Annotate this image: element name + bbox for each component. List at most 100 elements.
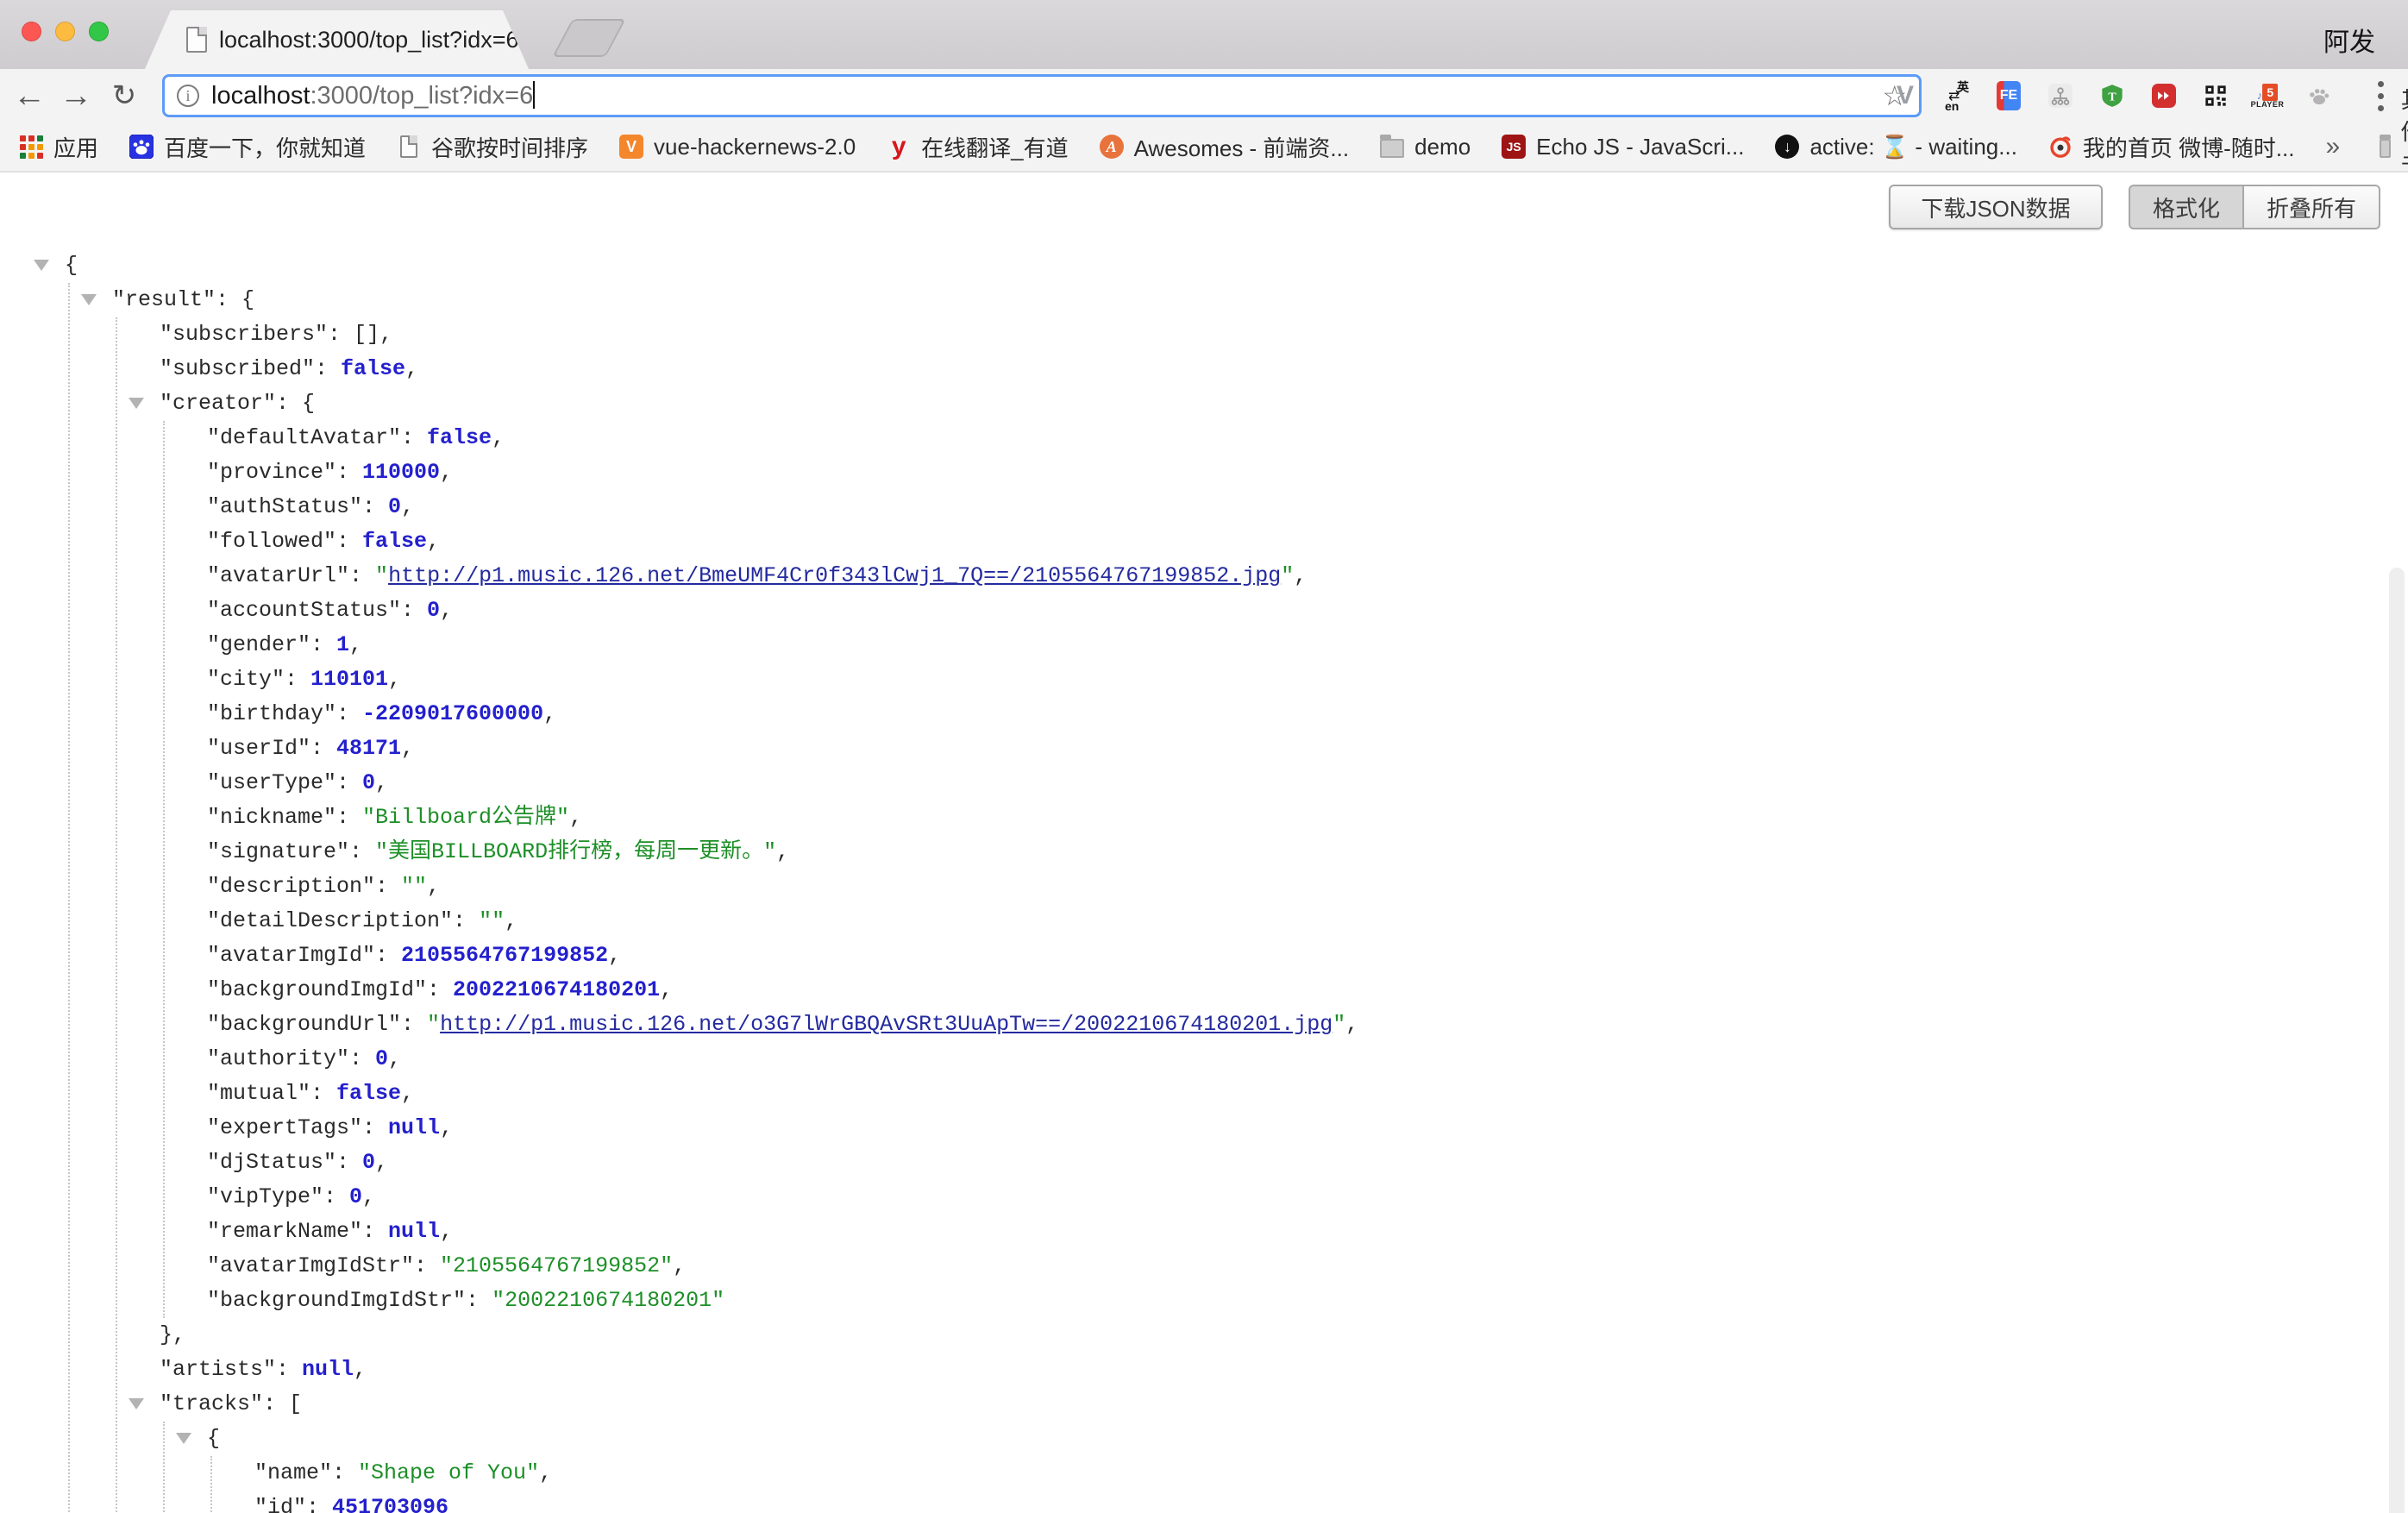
collapse-all-button[interactable]: 折叠所有: [2242, 185, 2380, 229]
shield-t-icon[interactable]: T: [2096, 79, 2129, 112]
json-value: "http://p1.music.126.net/BmeUMF4Cr0f343l…: [375, 563, 1294, 588]
bookmark-item[interactable]: demo: [1380, 134, 1471, 160]
translate-icon[interactable]: 英en⇄: [1941, 79, 1973, 112]
window-close-button[interactable]: [22, 22, 41, 41]
json-link-url[interactable]: http://p1.music.126.net/BmeUMF4Cr0f343lC…: [388, 563, 1281, 588]
json-line: "expertTags": null,: [207, 1111, 2380, 1146]
json-line: "backgroundImgIdStr": "2002210674180201": [207, 1284, 2380, 1318]
fast-forward-icon[interactable]: [2148, 79, 2180, 112]
reload-button[interactable]: ↻: [102, 69, 147, 122]
download-circle-icon: ↓: [1775, 135, 1799, 159]
download-json-button[interactable]: 下载JSON数据: [1889, 185, 2103, 229]
json-line: "followed": false,: [207, 524, 2380, 559]
bookmarks-bar: 应用百度一下，你就知道 谷歌按时间排序 Vvue-hackernews-2.0 y在线…: [0, 122, 2408, 173]
json-value: "美国BILLBOARD排行榜，每周一更新。": [375, 839, 776, 864]
collapse-triangle-icon[interactable]: [176, 1433, 191, 1444]
fe-icon: FE: [1997, 84, 2021, 108]
view-mode-segmented-control: 格式化 折叠所有: [2129, 185, 2380, 229]
html5-player-icon[interactable]: ♪5PLAYER: [2251, 79, 2284, 112]
bookmark-label: active: ⌛ - waiting...: [1809, 134, 2016, 160]
json-line: "accountStatus": 0,: [207, 593, 2380, 628]
window-minimize-button[interactable]: [55, 22, 75, 41]
bookmark-item[interactable]: y在线翻译_有道: [887, 131, 1068, 163]
bookmark-label: 我的首页 微博-随时...: [2083, 131, 2295, 163]
json-line: "avatarImgIdStr": "2105564767199852",: [207, 1249, 2380, 1284]
titlebar: localhost:3000/top_list?idx=6 × 阿发: [0, 0, 2408, 69]
org-chart-icon[interactable]: [2044, 79, 2077, 112]
json-value: 0: [362, 1150, 375, 1175]
titlebar-user-name: 阿发: [2323, 21, 2375, 59]
text-caret: [533, 81, 535, 109]
json-link-url[interactable]: http://p1.music.126.net/o3G7lWrGBQAvSRt3…: [440, 1012, 1333, 1037]
bookmark-item[interactable]: 应用: [19, 131, 98, 163]
new-tab-button[interactable]: [552, 19, 625, 57]
bookmark-item[interactable]: JS Echo JS - JavaScri...: [1502, 134, 1744, 160]
awesomes-icon: A: [1100, 135, 1124, 159]
json-value: "2105564767199852": [440, 1253, 673, 1278]
fe-icon[interactable]: FE: [1992, 79, 2025, 112]
paw-icon[interactable]: [2303, 79, 2336, 112]
window-zoom-button[interactable]: [89, 22, 109, 41]
bookmark-label: Echo JS - JavaScri...: [1536, 134, 1744, 160]
json-line: "avatarImgId": 2105564767199852,: [207, 939, 2380, 973]
bookmark-item[interactable]: 谷歌按时间排序: [397, 131, 588, 163]
collapse-triangle-icon[interactable]: [34, 260, 49, 271]
bookmark-item[interactable]: 百度一下，你就知道: [129, 131, 366, 163]
folder-icon: [2380, 139, 2391, 158]
scrollbar-thumb[interactable]: [2389, 568, 2405, 1513]
format-button[interactable]: 格式化: [2129, 185, 2242, 229]
json-value: "http://p1.music.126.net/o3G7lWrGBQAvSRt…: [427, 1012, 1345, 1037]
json-line: "userId": 48171,: [207, 731, 2380, 766]
bookmark-item[interactable]: Vvue-hackernews-2.0: [619, 134, 856, 160]
weibo-icon: [2048, 135, 2073, 159]
collapse-triangle-icon[interactable]: [129, 398, 144, 409]
browser-toolbar: ← → ↻ i localhost:3000/top_list?idx=6 ☆ …: [0, 69, 2408, 122]
echojs-icon: JS: [1502, 135, 1526, 159]
collapse-triangle-icon[interactable]: [81, 294, 97, 305]
bookmark-label: 应用: [53, 131, 98, 163]
browser-window: localhost:3000/top_list?idx=6 × 阿发 ← → ↻…: [0, 0, 2408, 1513]
qr-code-icon[interactable]: [2199, 79, 2232, 112]
json-line: "nickname": "Billboard公告牌",: [207, 800, 2380, 835]
forward-button[interactable]: →: [53, 69, 98, 122]
json-line: "authority": 0,: [207, 1042, 2380, 1077]
bookmark-item[interactable]: 我的首页 微博-随时...: [2048, 131, 2295, 163]
tab-close-icon[interactable]: ×: [538, 28, 552, 52]
json-line: "detailDescription": "",: [207, 904, 2380, 939]
json-tree: {"result": {"subscribers": [],"subscribe…: [0, 248, 2380, 1513]
json-value: 2002210674180201: [453, 977, 660, 1002]
collapse-triangle-icon[interactable]: [129, 1398, 144, 1409]
bookmark-label: Awesomes - 前端资...: [1134, 131, 1349, 163]
json-line: {: [207, 1422, 2380, 1456]
page-favicon-icon: [186, 27, 207, 53]
browser-tab[interactable]: localhost:3000/top_list?idx=6 ×: [145, 10, 529, 69]
json-value: "": [479, 908, 505, 933]
json-value: 0: [388, 494, 401, 519]
bookmark-item[interactable]: ↓ active: ⌛ - waiting...: [1775, 134, 2016, 160]
bookmark-label: 在线翻译_有道: [921, 131, 1068, 163]
json-line: "backgroundUrl": "http://p1.music.126.ne…: [207, 1008, 2380, 1042]
json-value: "Shape of You": [358, 1460, 539, 1485]
json-value: null: [302, 1357, 354, 1382]
org-chart-icon: [2048, 84, 2073, 108]
apps-grid-icon: [19, 135, 43, 159]
json-line: "description": "",: [207, 870, 2380, 904]
bookmark-item[interactable]: A Awesomes - 前端资...: [1100, 131, 1349, 163]
json-line: "birthday": -2209017600000,: [207, 697, 2380, 731]
json-line: "city": 110101,: [207, 662, 2380, 697]
bookmark-label: 谷歌按时间排序: [431, 131, 588, 163]
page-info-icon[interactable]: i: [177, 85, 199, 107]
address-bar[interactable]: i localhost:3000/top_list?idx=6 ☆: [162, 74, 1922, 117]
json-line: "tracks": [: [160, 1387, 2380, 1422]
json-value: 0: [427, 598, 440, 623]
back-button[interactable]: ←: [7, 69, 52, 122]
qr-code-icon: [2204, 84, 2228, 108]
json-line: "artists": null,: [160, 1353, 2380, 1387]
shield-t-icon: T: [2100, 84, 2124, 108]
url-text[interactable]: localhost:3000/top_list?idx=6: [211, 81, 535, 110]
bookmarks-overflow-chevron[interactable]: »: [2325, 132, 2340, 161]
vue-icon: V: [619, 135, 643, 159]
json-line: "defaultAvatar": false,: [207, 421, 2380, 455]
vue-ext-icon[interactable]: V: [1889, 79, 1922, 112]
json-value: 0: [362, 770, 375, 795]
